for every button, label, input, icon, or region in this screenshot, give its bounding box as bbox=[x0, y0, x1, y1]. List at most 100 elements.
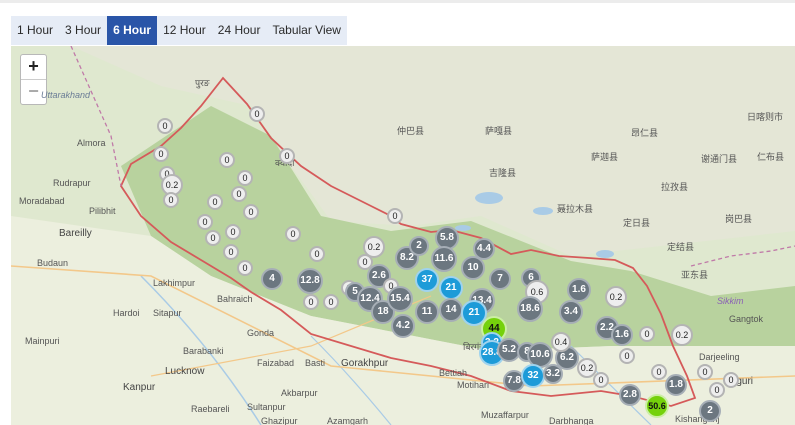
rainfall-marker[interactable]: 2.8 bbox=[619, 384, 641, 406]
map-background bbox=[11, 46, 795, 425]
place-label: Gonda bbox=[247, 328, 275, 338]
rainfall-marker[interactable]: 0.4 bbox=[551, 332, 571, 352]
rainfall-marker[interactable]: 0 bbox=[303, 294, 319, 310]
lake-1 bbox=[475, 192, 503, 204]
tab-3-hour[interactable]: 3 Hour bbox=[59, 16, 107, 45]
lake-4 bbox=[455, 225, 471, 231]
place-label: 萨嘎县 bbox=[485, 126, 513, 136]
place-label: Basti bbox=[305, 358, 326, 368]
rainfall-marker[interactable]: 0 bbox=[639, 326, 655, 342]
place-label: Barabanki bbox=[183, 346, 224, 356]
rainfall-marker[interactable]: 0 bbox=[697, 364, 713, 380]
rainfall-marker[interactable]: 0 bbox=[237, 170, 253, 186]
rainfall-marker[interactable]: 4.2 bbox=[391, 314, 415, 338]
rainfall-marker[interactable]: 0 bbox=[205, 230, 221, 246]
place-label: Uttarakhand bbox=[41, 90, 91, 100]
place-label: Rudrapur bbox=[53, 178, 91, 188]
rainfall-marker[interactable]: 11 bbox=[415, 300, 439, 324]
tab-1-hour[interactable]: 1 Hour bbox=[11, 16, 59, 45]
rainfall-marker[interactable]: 0 bbox=[309, 246, 325, 262]
place-label: Sikkim bbox=[717, 296, 744, 306]
place-label: Pilibhit bbox=[89, 206, 116, 216]
tab-24-hour[interactable]: 24 Hour bbox=[212, 16, 267, 45]
rainfall-marker[interactable]: 1.6 bbox=[611, 324, 633, 346]
place-label: 日喀则市 bbox=[747, 112, 784, 122]
rainfall-marker[interactable]: 0 bbox=[157, 118, 173, 134]
rainfall-marker[interactable]: 0 bbox=[237, 260, 253, 276]
zoom-in-button[interactable]: + bbox=[21, 55, 46, 80]
place-label: Lucknow bbox=[165, 366, 205, 377]
rainfall-marker[interactable]: 18.6 bbox=[517, 296, 543, 322]
rainfall-marker[interactable]: 0 bbox=[723, 372, 739, 388]
rainfall-marker[interactable]: 7 bbox=[489, 268, 511, 290]
place-label: Azamgarh bbox=[327, 416, 369, 425]
rainfall-marker[interactable]: 14 bbox=[439, 298, 463, 322]
place-label: Ghazipur bbox=[261, 416, 298, 425]
rainfall-marker[interactable]: 0.2 bbox=[605, 286, 627, 308]
place-label: Lakhimpur bbox=[153, 278, 196, 288]
rainfall-marker[interactable]: 11.6 bbox=[431, 246, 457, 272]
place-label: Faizabad bbox=[257, 358, 295, 368]
tab-6-hour[interactable]: 6 Hour bbox=[107, 16, 158, 45]
place-label: 定日县 bbox=[623, 218, 651, 228]
top-divider bbox=[0, 0, 795, 3]
rainfall-marker[interactable]: 0 bbox=[387, 208, 403, 224]
rainfall-marker[interactable]: 0 bbox=[709, 382, 725, 398]
place-label: 仲巴县 bbox=[397, 126, 425, 136]
rainfall-marker[interactable]: 2 bbox=[409, 236, 429, 256]
rainfall-marker[interactable]: 50.6 bbox=[645, 394, 669, 418]
place-label: 岗巴县 bbox=[725, 214, 753, 224]
rainfall-marker[interactable]: 0 bbox=[249, 106, 265, 122]
rainfall-marker[interactable]: 0.2 bbox=[363, 236, 385, 258]
rainfall-map[interactable]: + − Uttarakhand Almora Rudrapur Moradaba… bbox=[11, 46, 795, 425]
rainfall-marker[interactable]: 1.8 bbox=[665, 374, 687, 396]
rainfall-marker[interactable]: 0 bbox=[651, 364, 667, 380]
place-label: 吉隆县 bbox=[489, 168, 517, 178]
rainfall-marker[interactable]: 0 bbox=[279, 148, 295, 164]
place-label: Darjeeling bbox=[699, 352, 740, 362]
rainfall-marker[interactable]: 0 bbox=[225, 224, 241, 240]
rainfall-marker[interactable]: 0 bbox=[219, 152, 235, 168]
place-label: Gorakhpur bbox=[341, 358, 389, 369]
rainfall-marker[interactable]: 0 bbox=[323, 294, 339, 310]
rainfall-marker[interactable]: 4.4 bbox=[473, 238, 495, 260]
rainfall-marker[interactable]: 2 bbox=[699, 400, 721, 422]
tab-12-hour[interactable]: 12 Hour bbox=[157, 16, 212, 45]
rainfall-marker[interactable]: 12.8 bbox=[297, 268, 323, 294]
place-label: Sitapur bbox=[153, 308, 182, 318]
rainfall-marker[interactable]: 0 bbox=[207, 194, 223, 210]
place-label: Sultanpur bbox=[247, 402, 286, 412]
lake-2 bbox=[533, 207, 553, 215]
place-label: पुरङ bbox=[195, 78, 210, 88]
rainfall-marker[interactable]: 0 bbox=[619, 348, 635, 364]
lake-3 bbox=[596, 250, 614, 258]
rainfall-marker[interactable]: 32 bbox=[521, 364, 545, 388]
rainfall-marker[interactable]: 37 bbox=[415, 268, 439, 292]
rainfall-marker[interactable]: 0 bbox=[197, 214, 213, 230]
rainfall-marker[interactable]: 3.4 bbox=[559, 300, 583, 324]
rainfall-marker[interactable]: 0.2 bbox=[671, 324, 693, 346]
rainfall-marker[interactable]: 15.4 bbox=[387, 286, 413, 312]
rainfall-marker[interactable]: 0 bbox=[593, 372, 609, 388]
rainfall-marker[interactable]: 4 bbox=[261, 268, 283, 290]
tab-tabular-view[interactable]: Tabular View bbox=[266, 16, 346, 45]
rainfall-marker[interactable]: 0 bbox=[231, 186, 247, 202]
place-label: Almora bbox=[77, 138, 106, 148]
place-label: 昂仁县 bbox=[631, 128, 659, 138]
place-label: 仁布县 bbox=[757, 152, 785, 162]
rainfall-marker[interactable]: 1.6 bbox=[567, 278, 591, 302]
place-label: Kanpur bbox=[123, 382, 156, 393]
rainfall-marker[interactable]: 0 bbox=[285, 226, 301, 242]
rainfall-marker[interactable]: 0 bbox=[223, 244, 239, 260]
rainfall-marker[interactable]: 3.2 bbox=[543, 364, 563, 384]
place-label: Mainpuri bbox=[25, 336, 60, 346]
rainfall-marker[interactable]: 0 bbox=[243, 204, 259, 220]
place-label: 定结县 bbox=[667, 242, 695, 252]
place-label: 拉孜县 bbox=[661, 182, 689, 192]
place-label: Motihari bbox=[457, 380, 490, 390]
rainfall-marker[interactable]: 0 bbox=[163, 192, 179, 208]
place-label: Budaun bbox=[37, 258, 69, 268]
rainfall-marker[interactable]: 0 bbox=[153, 146, 169, 162]
place-label: Muzaffarpur bbox=[481, 410, 529, 420]
rainfall-marker[interactable]: 21 bbox=[439, 276, 463, 300]
